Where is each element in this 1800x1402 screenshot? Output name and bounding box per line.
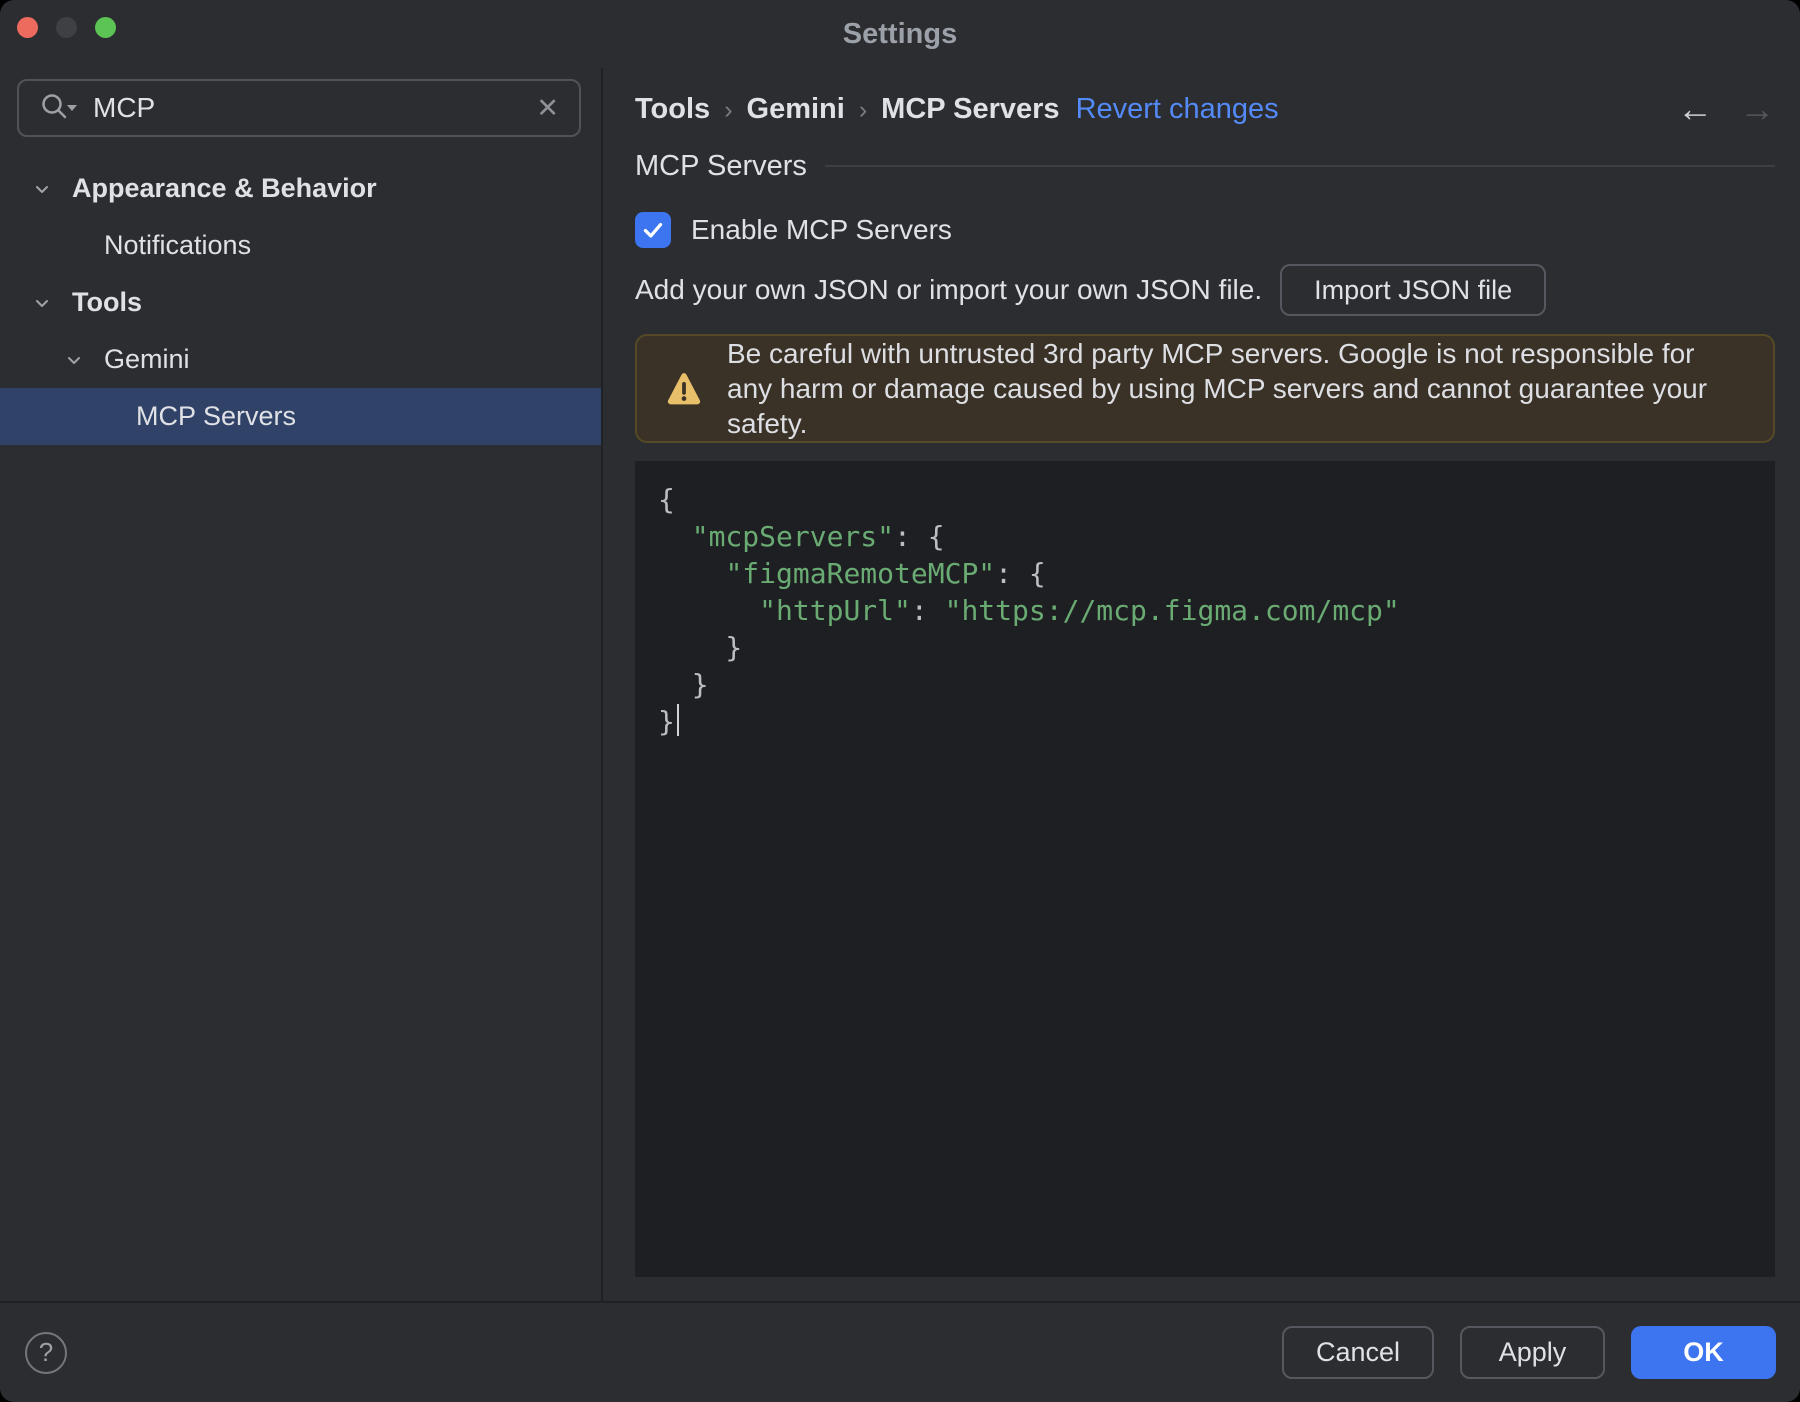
sidebar-item-label: Gemini — [104, 344, 190, 374]
sidebar-item-notifications[interactable]: Notifications — [0, 217, 601, 274]
sidebar-item-appearance-behavior[interactable]: Appearance & Behavior — [0, 160, 601, 217]
section-title: MCP Servers — [635, 149, 807, 182]
json-editor-code: { "mcpServers": { "figmaRemoteMCP": { "h… — [658, 481, 1775, 740]
section-divider — [824, 165, 1775, 167]
cancel-button[interactable]: Cancel — [1281, 1326, 1434, 1379]
help-icon[interactable]: ? — [25, 1331, 67, 1374]
code-line: "httpUrl": "https://mcp.figma.com/mcp" — [759, 594, 1400, 627]
code-line: } — [658, 668, 709, 701]
import-json-text: Add your own JSON or import your own JSO… — [635, 274, 1263, 305]
sidebar-item-label: Tools — [72, 287, 142, 317]
revert-changes-link[interactable]: Revert changes — [1076, 93, 1279, 126]
sidebar-item-label: Appearance & Behavior — [72, 173, 377, 203]
minimize-window-button[interactable] — [56, 17, 77, 38]
code-line: "mcpServers": { — [691, 520, 945, 553]
close-window-button[interactable] — [17, 17, 38, 38]
breadcrumb-separator: › — [858, 95, 868, 124]
sidebar-item-label: MCP Servers — [136, 401, 297, 431]
sidebar-item-label: Notifications — [104, 230, 252, 260]
warning-text: Be careful with untrusted 3rd party MCP … — [727, 338, 1708, 439]
code-line: { — [658, 483, 675, 516]
chevron-down-icon[interactable] — [30, 179, 54, 199]
window-title: Settings — [842, 17, 958, 50]
zoom-window-button[interactable] — [95, 17, 116, 38]
enable-mcp-label: Enable MCP Servers — [691, 214, 952, 245]
text-cursor — [676, 704, 679, 736]
sidebar-item-mcp-servers[interactable]: MCP Servers — [0, 388, 601, 445]
title-bar: Settings — [0, 0, 1800, 68]
section-header: MCP Servers — [635, 146, 1775, 186]
json-editor[interactable]: { "mcpServers": { "figmaRemoteMCP": { "h… — [635, 461, 1775, 1277]
enable-mcp-checkbox[interactable] — [635, 212, 671, 248]
settings-content: Tools › Gemini › MCP Servers Revert chan… — [603, 68, 1800, 1301]
footer-bar: ? Cancel Apply OK — [0, 1301, 1800, 1402]
clear-search-icon[interactable]: ✕ — [536, 94, 559, 122]
breadcrumb: Tools › Gemini › MCP Servers Revert chan… — [635, 88, 1775, 130]
code-line: } — [658, 703, 1775, 740]
chevron-down-icon[interactable] — [62, 350, 86, 370]
settings-dialog: Settings MCP ✕ Appearance & Behavior Noti… — [0, 0, 1800, 1402]
forward-arrow-icon[interactable]: → — [1739, 91, 1775, 127]
enable-mcp-row: Enable MCP Servers — [635, 210, 1775, 250]
traffic-lights — [17, 17, 116, 38]
warning-icon — [665, 371, 703, 407]
search-icon — [39, 91, 79, 125]
ok-button[interactable]: OK — [1631, 1326, 1776, 1379]
apply-button[interactable]: Apply — [1460, 1326, 1605, 1379]
code-line: "figmaRemoteMCP": { — [725, 557, 1046, 590]
breadcrumb-separator: › — [724, 95, 733, 124]
breadcrumb-tools[interactable]: Tools — [635, 93, 710, 126]
search-query-text: MCP — [93, 92, 156, 123]
settings-tree: Appearance & Behavior Notifications Tools G… — [0, 160, 601, 445]
breadcrumb-gemini[interactable]: Gemini — [747, 93, 845, 126]
sidebar-item-tools[interactable]: Tools — [0, 274, 601, 331]
checkmark-icon — [643, 222, 663, 238]
code-line: } — [658, 631, 743, 664]
chevron-down-icon[interactable] — [30, 293, 54, 313]
sidebar-item-gemini[interactable]: Gemini — [0, 331, 601, 388]
import-json-row: Add your own JSON or import your own JSO… — [635, 264, 1775, 316]
back-arrow-icon[interactable]: ← — [1677, 91, 1713, 127]
import-json-file-button[interactable]: Import JSON file — [1280, 264, 1547, 316]
warning-banner: Be careful with untrusted 3rd party MCP … — [635, 334, 1775, 443]
settings-sidebar: MCP ✕ Appearance & Behavior Notifications… — [0, 68, 601, 1301]
breadcrumb-mcp-servers: MCP Servers — [881, 92, 1060, 125]
settings-search-input[interactable]: MCP ✕ — [17, 79, 581, 137]
